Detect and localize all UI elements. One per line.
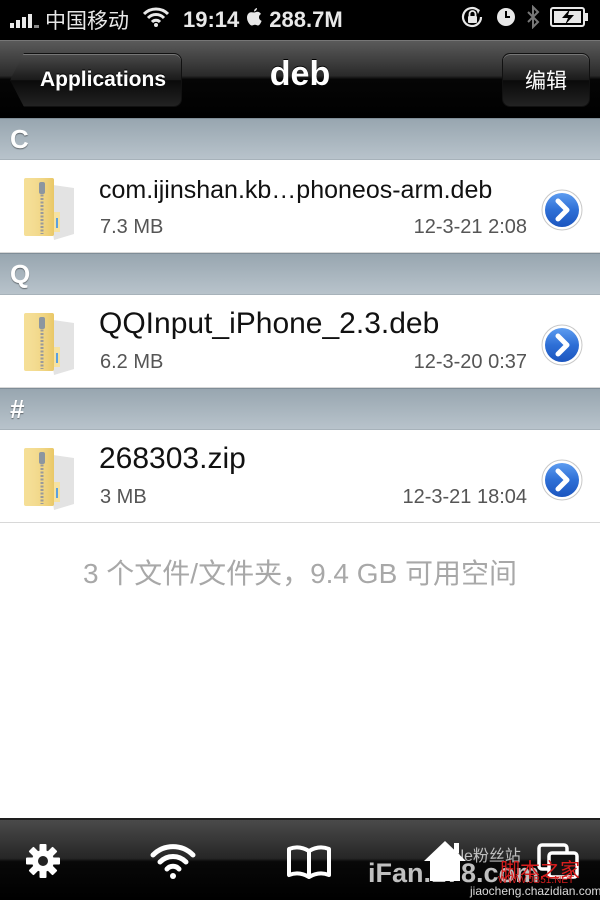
list-item[interactable]: QQInput_iPhone_2.3.deb 6.2 MB 12-3-20 0:…: [0, 295, 600, 388]
wifi-icon: [150, 844, 196, 879]
file-date: 12-3-21 2:08: [413, 216, 527, 238]
clock-time: 19:14: [183, 7, 240, 32]
section-header-q: Q: [0, 253, 600, 295]
file-size: 6.2 MB: [100, 351, 164, 373]
file-list: C com.ijinshan.kb…phoneos-arm.deb 7.3 MB…: [0, 118, 600, 523]
edit-button[interactable]: 编辑: [502, 53, 590, 107]
file-name: QQInput_iPhone_2.3.deb: [99, 307, 440, 340]
apple-icon: [245, 7, 263, 33]
watermark-chazidian: jiaocheng.chazidian.com: [470, 884, 600, 898]
tab-wifi-sharing[interactable]: [148, 836, 198, 886]
alarm-clock-icon: [496, 7, 516, 33]
navigation-bar: Applications deb 编辑: [0, 40, 600, 118]
list-item[interactable]: 268303.zip 3 MB 12-3-21 18:04: [0, 430, 600, 523]
tab-bar: Apple粉丝站 iFan.178.com 脚本之家 WWW.JB51.NET …: [0, 818, 600, 900]
zip-folder-icon: [24, 448, 74, 510]
detail-disclosure-button[interactable]: [540, 188, 584, 232]
wifi-icon: [142, 7, 170, 33]
list-item[interactable]: com.ijinshan.kb…phoneos-arm.deb 7.3 MB 1…: [0, 160, 600, 253]
gear-icon: [26, 844, 60, 878]
memory-readout: 288.7M: [269, 7, 343, 32]
section-header-hash: #: [0, 388, 600, 430]
detail-disclosure-button[interactable]: [540, 323, 584, 367]
file-name: com.ijinshan.kb…phoneos-arm.deb: [99, 176, 493, 204]
file-name: 268303.zip: [99, 442, 246, 475]
zip-folder-icon: [24, 178, 74, 240]
bluetooth-icon: [526, 4, 540, 35]
tab-settings[interactable]: [18, 836, 68, 886]
file-date: 12-3-21 18:04: [402, 486, 527, 508]
signal-icon: [10, 12, 39, 28]
zip-folder-icon: [24, 313, 74, 375]
file-date: 12-3-20 0:37: [413, 351, 527, 373]
carrier-name: 中国移动: [45, 10, 129, 33]
tab-bookmarks[interactable]: [284, 836, 334, 886]
storage-summary: 3 个文件/文件夹，9.4 GB 可用空间: [82, 558, 518, 589]
rotation-lock-icon: [460, 5, 486, 35]
book-icon: [287, 845, 331, 879]
file-size: 3 MB: [100, 486, 147, 508]
status-bar: 中国移动 19:14 288.7M: [0, 0, 600, 40]
detail-disclosure-button[interactable]: [540, 458, 584, 502]
battery-charging-icon: [550, 6, 590, 34]
file-size: 7.3 MB: [100, 216, 164, 238]
section-header-c: C: [0, 118, 600, 160]
